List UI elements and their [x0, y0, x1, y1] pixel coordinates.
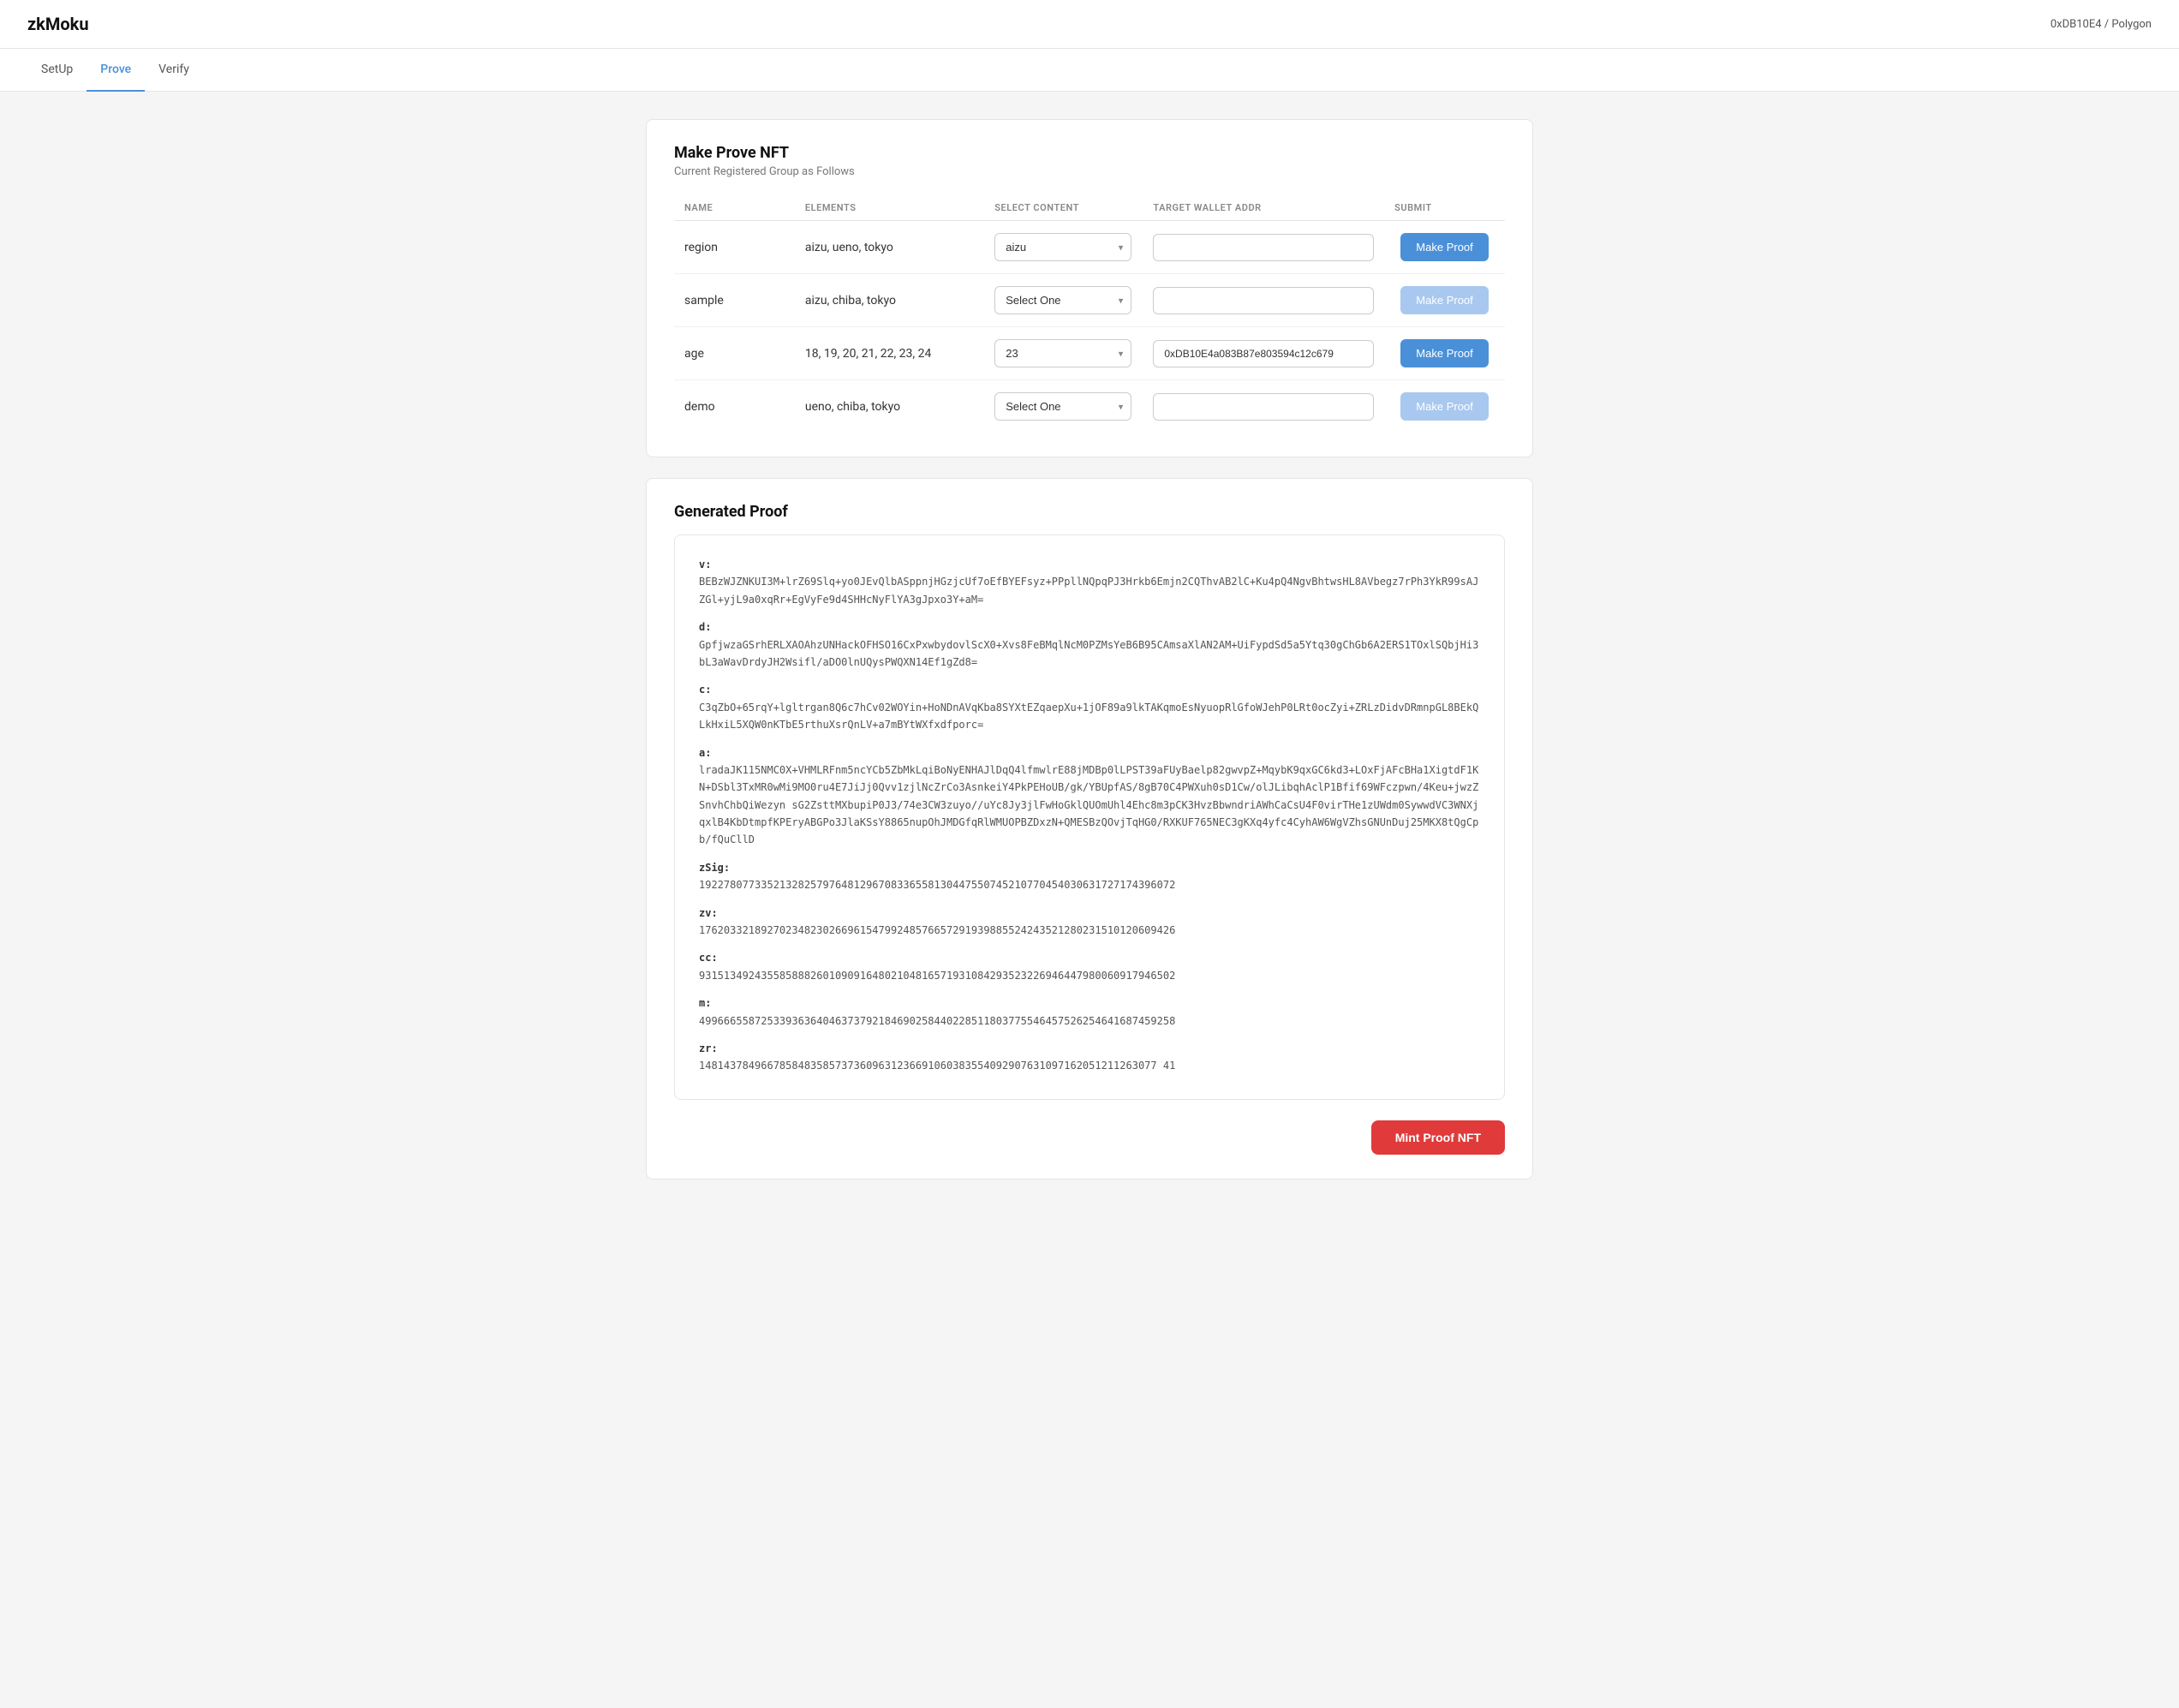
proof-label: zSig: — [699, 859, 1480, 876]
wallet-address-input-3[interactable] — [1153, 393, 1374, 421]
wallet-address-input-2[interactable] — [1153, 340, 1374, 367]
nav-item-verify[interactable]: Verify — [145, 49, 203, 92]
th-select: SELECT CONTENT — [984, 195, 1143, 221]
make-proof-button-2[interactable]: Make Proof — [1400, 339, 1488, 367]
proof-label: cc: — [699, 949, 1480, 966]
content-select-2[interactable]: 18192021222324 — [994, 339, 1131, 367]
row-wallet-cell — [1143, 274, 1384, 327]
row-select-cell: aizuuenotokyo▾ — [984, 221, 1143, 274]
generated-proof-card: Generated Proof v:BEBzWJZNKUI3M+lrZ69Slq… — [646, 478, 1533, 1179]
content-select-0[interactable]: aizuuenotokyo — [994, 233, 1131, 261]
proof-value: GpfjwzaGSrhERLXAOAhzUNHackOFHSO16CxPxwby… — [699, 636, 1480, 672]
make-prove-nft-card: Make Prove NFT Current Registered Group … — [646, 119, 1533, 457]
proof-label: zv: — [699, 905, 1480, 922]
row-name: age — [674, 327, 795, 380]
mint-proof-nft-button[interactable]: Mint Proof NFT — [1371, 1120, 1505, 1155]
row-wallet-cell — [1143, 380, 1384, 433]
row-select-cell: Select Oneuenochibatokyo▾ — [984, 380, 1143, 433]
proof-table: NAME ELEMENTS SELECT CONTENT TARGET WALL… — [674, 195, 1505, 433]
th-wallet: TARGET WALLET ADDR — [1143, 195, 1384, 221]
row-select-cell: Select Oneaizuchibatokyo▾ — [984, 274, 1143, 327]
wallet-address-input-1[interactable] — [1153, 287, 1374, 314]
make-proof-button-0[interactable]: Make Proof — [1400, 233, 1488, 261]
card-title: Make Prove NFT — [674, 144, 1505, 162]
table-row: age18, 19, 20, 21, 22, 23, 2418192021222… — [674, 327, 1505, 380]
proof-label: d: — [699, 618, 1480, 636]
row-select-cell: 18192021222324▾ — [984, 327, 1143, 380]
nav-item-setup[interactable]: SetUp — [27, 49, 87, 92]
proof-value: 9315134924355858882601090916480210481657… — [699, 967, 1480, 984]
proof-value: BEBzWJZNKUI3M+lrZ69Slq+yo0JEvQlbASppnjHG… — [699, 573, 1480, 608]
wallet-info: 0xDB10E4 / Polygon — [2051, 18, 2152, 31]
proof-label: a: — [699, 744, 1480, 761]
proof-value: 1922780773352132825797648129670833655813… — [699, 876, 1480, 893]
main-nav: SetUp Prove Verify — [0, 49, 2179, 92]
bottom-actions: Mint Proof NFT — [674, 1114, 1505, 1155]
table-row: demoueno, chiba, tokyoSelect Oneuenochib… — [674, 380, 1505, 433]
row-elements: aizu, ueno, tokyo — [795, 221, 984, 274]
generated-proof-title: Generated Proof — [674, 503, 1505, 521]
table-row: sampleaizu, chiba, tokyoSelect Oneaizuch… — [674, 274, 1505, 327]
make-proof-button-3[interactable]: Make Proof — [1400, 392, 1488, 421]
row-submit-cell: Make Proof — [1384, 221, 1505, 274]
proof-label: m: — [699, 994, 1480, 1012]
content-select-1[interactable]: Select Oneaizuchibatokyo — [994, 286, 1131, 314]
row-wallet-cell — [1143, 221, 1384, 274]
content-select-3[interactable]: Select Oneuenochibatokyo — [994, 392, 1131, 421]
wallet-address-input-0[interactable] — [1153, 234, 1374, 261]
main-content: Make Prove NFT Current Registered Group … — [618, 92, 1561, 1227]
proof-box: v:BEBzWJZNKUI3M+lrZ69Slq+yo0JEvQlbASppnj… — [674, 534, 1505, 1100]
proof-label: v: — [699, 556, 1480, 573]
nav-item-prove[interactable]: Prove — [87, 49, 145, 92]
row-name: sample — [674, 274, 795, 327]
proof-value: 1481437849667858483585737360963123669106… — [699, 1057, 1480, 1074]
table-row: regionaizu, ueno, tokyoaizuuenotokyo▾ Mak… — [674, 221, 1505, 274]
th-submit: SUBMIT — [1384, 195, 1505, 221]
row-elements: ueno, chiba, tokyo — [795, 380, 984, 433]
row-name: region — [674, 221, 795, 274]
app-header: zkMoku 0xDB10E4 / Polygon — [0, 0, 2179, 49]
row-submit-cell: Make Proof — [1384, 327, 1505, 380]
proof-value: C3qZbO+65rqY+lgltrgan8Q6c7hCv02WOYin+HoN… — [699, 699, 1480, 734]
proof-label: c: — [699, 681, 1480, 698]
proof-value: lradaJK115NMC0X+VHMLRFnm5ncYCb5ZbMkLqiBo… — [699, 761, 1480, 849]
row-submit-cell: Make Proof — [1384, 274, 1505, 327]
app-logo: zkMoku — [27, 14, 89, 34]
proof-value: 1762033218927023482302669615479924857665… — [699, 922, 1480, 939]
row-wallet-cell — [1143, 327, 1384, 380]
th-elements: ELEMENTS — [795, 195, 984, 221]
proof-label: zr: — [699, 1040, 1480, 1057]
card-subtitle: Current Registered Group as Follows — [674, 165, 1505, 178]
row-name: demo — [674, 380, 795, 433]
row-elements: 18, 19, 20, 21, 22, 23, 24 — [795, 327, 984, 380]
row-submit-cell: Make Proof — [1384, 380, 1505, 433]
th-name: NAME — [674, 195, 795, 221]
make-proof-button-1[interactable]: Make Proof — [1400, 286, 1488, 314]
proof-value: 4996665587253393636404637379218469025844… — [699, 1012, 1480, 1030]
row-elements: aizu, chiba, tokyo — [795, 274, 984, 327]
